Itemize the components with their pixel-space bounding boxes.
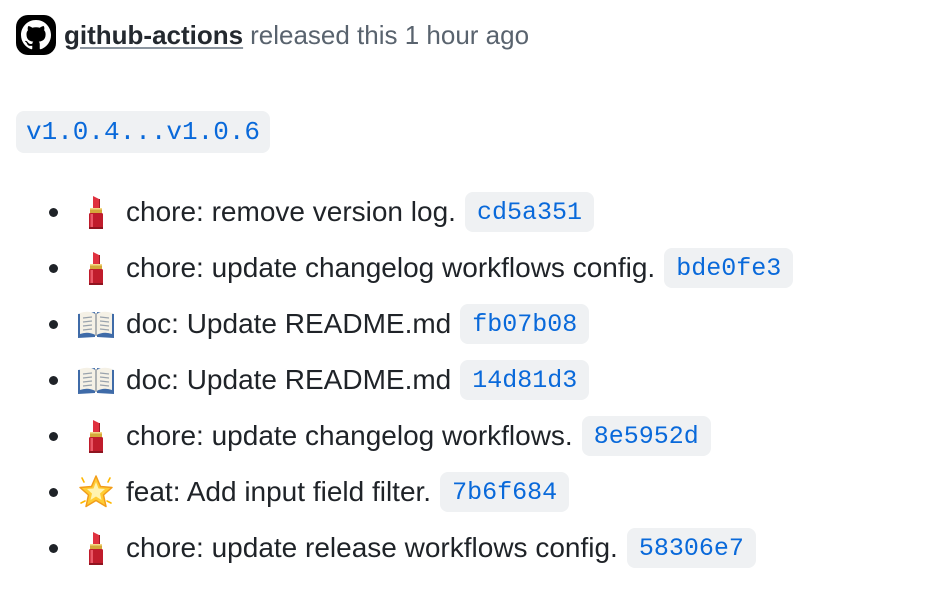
bullet-point	[49, 543, 58, 553]
glowing-star-icon	[76, 472, 116, 512]
compare-link[interactable]: v1.0.4...v1.0.6	[16, 111, 271, 153]
release-time-text: released this 1 hour ago	[250, 19, 530, 50]
bullet-point	[49, 263, 58, 273]
bullet-point	[49, 319, 58, 329]
author-link[interactable]: github-actions	[64, 20, 243, 51]
commit-message: chore: update changelog workflows.	[126, 420, 573, 451]
commit-sha-link[interactable]: 14d81d3	[460, 360, 590, 400]
lipstick-icon	[76, 528, 116, 568]
commit-sha-link[interactable]: cd5a351	[464, 192, 594, 232]
lipstick-icon	[76, 416, 116, 456]
github-mark-icon[interactable]	[16, 15, 56, 55]
bullet-point	[49, 375, 58, 385]
commit-list-item: feat: Add input field filter. 7b6f684	[0, 464, 793, 520]
open-book-icon	[76, 304, 116, 344]
commit-message: chore: update release workflows config.	[126, 532, 618, 563]
commit-list-item: chore: update changelog workflows. 8e5952…	[0, 408, 793, 464]
commit-message: chore: remove version log.	[126, 196, 456, 227]
bullet-point	[49, 207, 58, 217]
commit-sha-link[interactable]: 7b6f684	[440, 472, 570, 512]
lipstick-icon	[76, 192, 116, 232]
commit-list-item: doc: Update README.md fb07b08	[0, 296, 793, 352]
commit-sha-link[interactable]: 58306e7	[626, 528, 756, 568]
commit-message: doc: Update README.md	[126, 308, 452, 339]
commit-message: chore: update changelog workflows config…	[126, 252, 656, 283]
commit-list-item: chore: update release workflows config. 5…	[0, 520, 793, 576]
commit-list: chore: remove version log. cd5a351 chore:…	[0, 184, 794, 576]
commit-sha-link[interactable]: bde0fe3	[664, 248, 794, 288]
commit-sha-link[interactable]: 8e5952d	[581, 416, 711, 456]
release-header: github-actions released this 1 hour ago	[16, 14, 529, 56]
commit-message: feat: Add input field filter.	[126, 476, 432, 507]
commit-list-item: chore: update changelog workflows config…	[0, 240, 794, 296]
commit-message: doc: Update README.md	[126, 364, 452, 395]
open-book-icon	[76, 360, 116, 400]
lipstick-icon	[76, 248, 116, 288]
bullet-point	[49, 487, 58, 497]
commit-sha-link[interactable]: fb07b08	[460, 304, 590, 344]
bullet-point	[49, 431, 58, 441]
commit-list-item: chore: remove version log. cd5a351	[0, 184, 793, 240]
commit-list-item: doc: Update README.md 14d81d3	[0, 352, 793, 408]
